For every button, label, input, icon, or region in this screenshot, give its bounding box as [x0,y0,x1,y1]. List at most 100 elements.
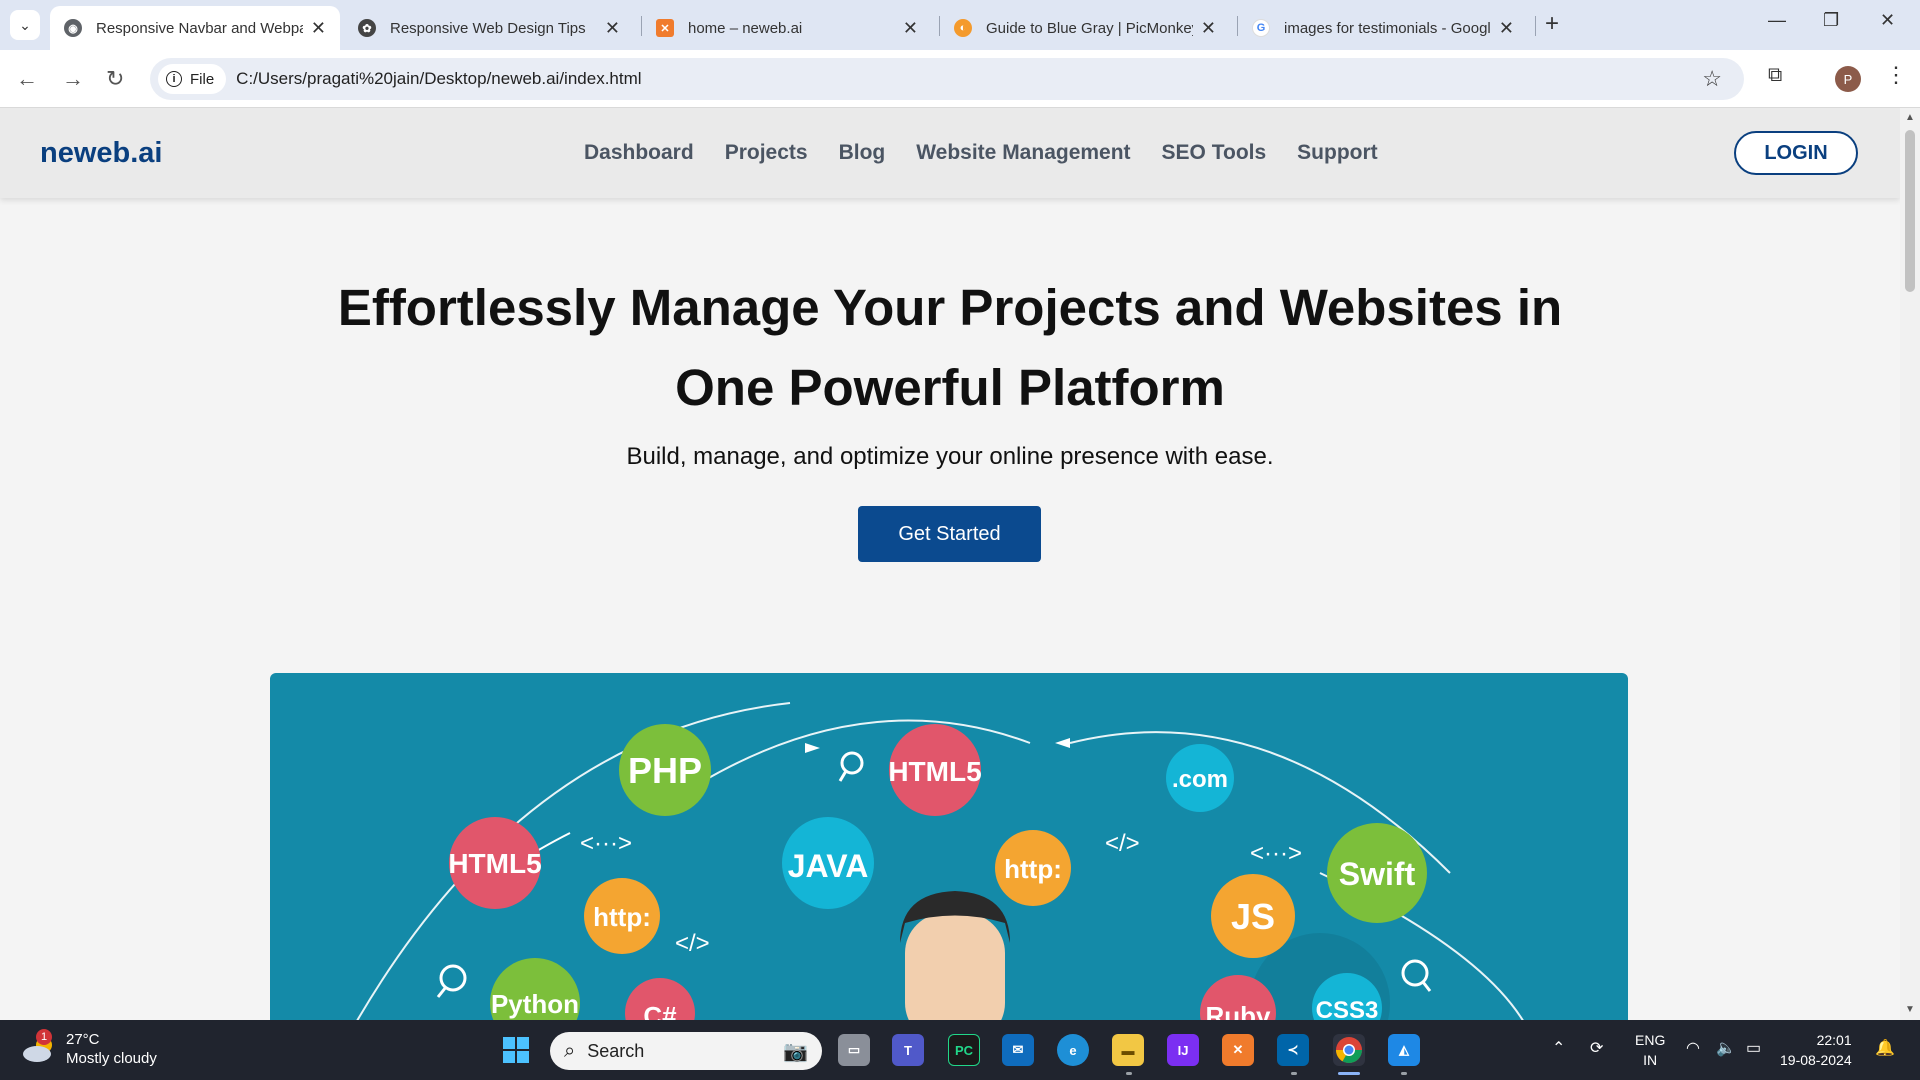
login-button[interactable]: LOGIN [1734,131,1858,175]
close-tab-icon[interactable]: ✕ [605,18,620,39]
edge-icon[interactable]: e [1057,1034,1089,1066]
hero-title: Effortlessly Manage Your Projects and We… [337,279,1563,416]
back-button[interactable]: ← [16,66,38,92]
svg-text:Swift: Swift [1339,856,1416,892]
info-icon: i [166,71,182,87]
svg-text:HTML5: HTML5 [448,848,541,879]
weather-condition: Mostly cloudy [66,1050,157,1067]
globe-icon: ◉ [64,19,82,37]
sync-icon[interactable]: ⟳ [1590,1038,1603,1058]
mail-icon[interactable]: ✉ [1002,1034,1034,1066]
running-indicator [1291,1072,1297,1075]
svg-text:.com: .com [1172,766,1228,793]
svg-text:<···>: <···> [1250,840,1302,867]
omnibox[interactable]: i File C:/Users/pragati%20jain/Desktop/n… [150,58,1744,100]
system-clock[interactable]: 22:01 19-08-2024 [1780,1030,1852,1070]
task-view-icon[interactable]: ▭ [838,1034,870,1066]
close-window-button[interactable]: ✕ [1880,10,1895,31]
pycharm-icon[interactable]: PC [948,1034,980,1066]
close-tab-icon[interactable]: ✕ [1201,18,1216,39]
intellij-icon[interactable]: IJ [1167,1034,1199,1066]
input-language[interactable]: ENG IN [1635,1030,1665,1070]
volume-icon[interactable]: 🔈 [1716,1038,1736,1058]
file-explorer-icon[interactable]: ▬ [1112,1034,1144,1066]
address-toolbar: ← → ↻ i File C:/Users/pragati%20jain/Des… [0,50,1920,108]
profile-avatar[interactable]: P [1835,66,1861,92]
tab-picmonkey[interactable]: ◐ Guide to Blue Gray | PicMonkey ✕ [940,6,1230,50]
nav-link-dashboard[interactable]: Dashboard [584,141,694,165]
photos-icon[interactable]: ◭ [1388,1034,1420,1066]
arrow-right-icon: → [62,66,84,91]
nav-link-projects[interactable]: Projects [725,141,808,165]
weather-alert-badge: 1 [36,1029,52,1045]
hero-illustration: <···> </> <···> </> PHP HTML5 .com HTML5… [270,673,1628,1020]
tab-responsive-navbar[interactable]: ◉ Responsive Navbar and Webpa ✕ [50,6,340,50]
extensions-puzzle-icon[interactable]: ⧉ [1768,64,1782,87]
chevron-up-icon[interactable]: ⌃ [1552,1038,1565,1058]
svg-text:JS: JS [1231,896,1275,937]
scroll-down-icon[interactable]: ▼ [1905,1004,1915,1015]
get-started-button[interactable]: Get Started [858,506,1041,562]
nav-link-website-management[interactable]: Website Management [916,141,1130,165]
scroll-thumb[interactable] [1905,130,1915,292]
svg-text:HTML5: HTML5 [888,756,981,787]
arrow-left-icon: ← [16,66,38,91]
tab-home-neweb[interactable]: ✕ home – neweb.ai ✕ [642,6,932,50]
chrome-icon[interactable] [1333,1034,1365,1066]
url-text[interactable]: C:/Users/pragati%20jain/Desktop/neweb.ai… [236,69,641,89]
tab-responsive-web-design[interactable]: ✿ Responsive Web Design Tips ✕ [344,6,634,50]
bookmark-star-icon[interactable]: ☆ [1702,66,1722,92]
svg-text:C#: C# [643,1001,677,1020]
svg-text:</>: </> [675,930,710,957]
nav-link-seo-tools[interactable]: SEO Tools [1162,141,1267,165]
battery-icon[interactable]: ▭ [1746,1038,1761,1058]
nav-links: Dashboard Projects Blog Website Manageme… [584,141,1378,165]
scroll-up-icon[interactable]: ▲ [1905,112,1915,123]
page-viewport: neweb.ai Dashboard Projects Blog Website… [0,108,1900,1020]
wifi-icon[interactable]: ◠ [1686,1038,1700,1058]
windows-start-icon[interactable] [500,1034,532,1066]
browser-tab-bar: ⌄ ◉ Responsive Navbar and Webpa ✕ ✿ Resp… [0,0,1920,50]
running-indicator [1126,1072,1132,1075]
weather-widget[interactable]: 1 27°C Mostly cloudy [22,1029,157,1068]
cloudy-weather-icon: 1 [22,1029,56,1063]
svg-text:</>: </> [1105,830,1140,857]
windows-taskbar: 1 27°C Mostly cloudy ⌕ Search 📷 ▭ T PC ✉… [0,1020,1920,1080]
search-icon: ⌕ [564,1039,576,1062]
svg-text:<···>: <···> [580,830,632,857]
vscode-icon[interactable]: ≺ [1277,1034,1309,1066]
restore-button[interactable]: ❐ [1823,10,1839,31]
openai-icon: ✿ [358,19,376,37]
chevron-down-icon: ⌄ [19,16,31,33]
teams-icon[interactable]: T [892,1034,924,1066]
xampp-icon[interactable]: ✕ [1222,1034,1254,1066]
taskbar-search[interactable]: ⌕ Search 📷 [550,1032,822,1070]
close-tab-icon[interactable]: ✕ [903,18,918,39]
restore-icon: ❐ [1823,10,1840,30]
new-tab-button[interactable]: + [1545,10,1559,38]
site-logo[interactable]: neweb.ai [40,137,163,170]
minimize-icon: — [1768,10,1786,30]
close-tab-icon[interactable]: ✕ [1499,18,1514,39]
close-tab-icon[interactable]: ✕ [311,18,326,39]
minimize-button[interactable]: — [1768,10,1786,31]
reload-icon: ↻ [106,66,125,91]
person-figure [900,891,1010,1020]
svg-text:http:: http: [593,902,651,932]
camera-icon: 📷 [783,1040,808,1063]
svg-text:Python: Python [491,989,579,1019]
active-app-indicator [1338,1072,1360,1075]
nav-link-blog[interactable]: Blog [839,141,886,165]
site-info-chip[interactable]: i File [158,64,227,94]
reload-button[interactable]: ↻ [106,66,124,92]
notification-bell-icon[interactable]: 🔔 [1875,1038,1895,1058]
tab-google-images[interactable]: G images for testimonials - Googl ✕ [1238,6,1528,50]
temperature: 27°C [66,1031,100,1048]
nav-link-support[interactable]: Support [1297,141,1377,165]
forward-button[interactable]: → [62,66,84,92]
page-scrollbar[interactable]: ▲ ▼ [1900,108,1920,1020]
close-icon: ✕ [1880,10,1896,30]
browser-menu-icon[interactable]: ⋮ [1885,62,1907,88]
tab-search-button[interactable]: ⌄ [10,10,40,40]
google-icon: G [1252,19,1270,37]
